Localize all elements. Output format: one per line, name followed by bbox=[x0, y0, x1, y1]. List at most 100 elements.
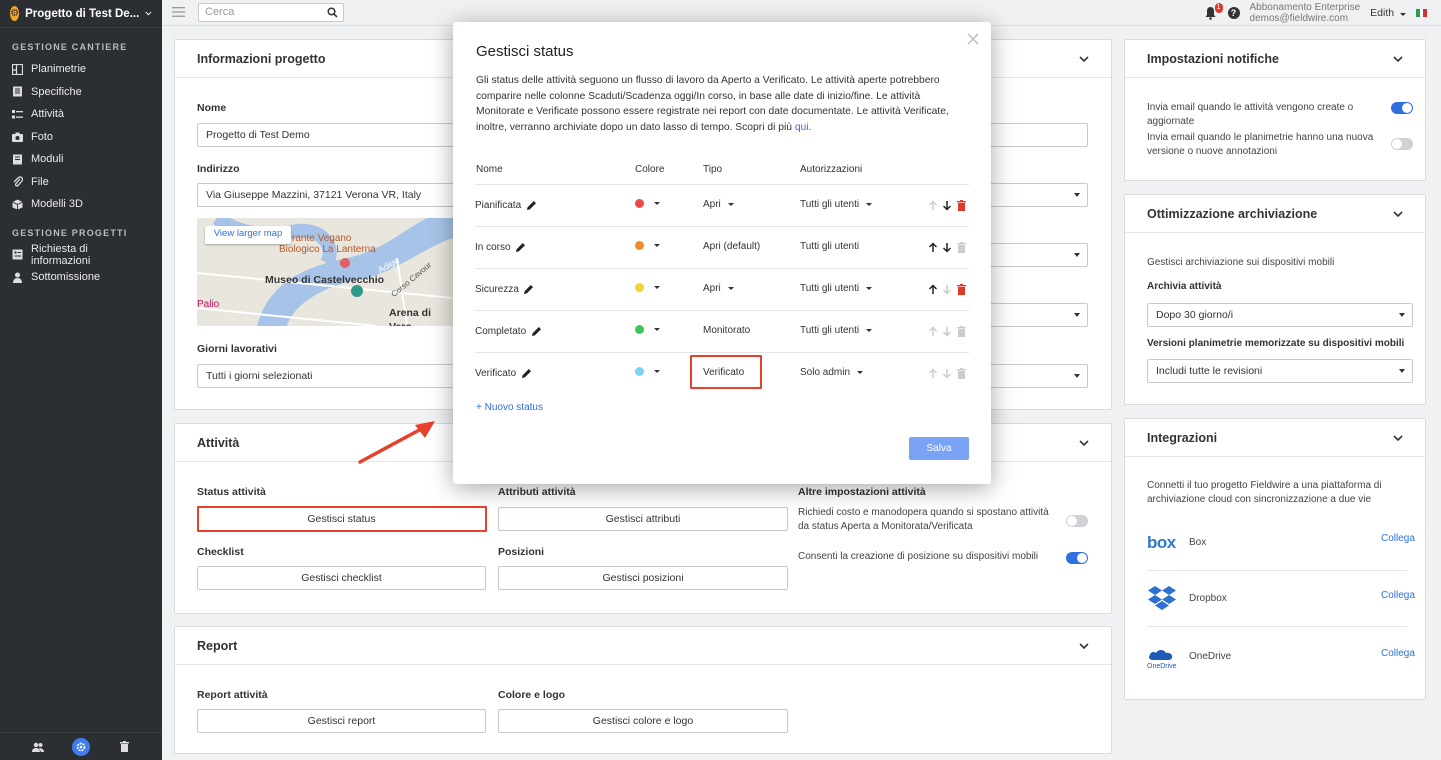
manage-attributes-button[interactable]: Gestisci attributi bbox=[498, 507, 788, 531]
versions-select[interactable]: Includi tutte le revisioni bbox=[1147, 359, 1413, 383]
arrow-up-icon bbox=[927, 367, 939, 379]
sidebar-item-moduli[interactable]: Moduli bbox=[0, 148, 162, 171]
report-header[interactable]: Report bbox=[175, 627, 1111, 665]
hamburger-menu-icon[interactable] bbox=[172, 7, 185, 17]
sidebar-item-label: Moduli bbox=[31, 153, 64, 166]
caret-down-icon bbox=[654, 328, 660, 331]
chevron-down-icon[interactable] bbox=[1393, 210, 1403, 217]
manage-report-button[interactable]: Gestisci report bbox=[197, 709, 486, 733]
status-permissions[interactable]: Tutti gli utenti bbox=[800, 325, 873, 336]
status-type[interactable]: Apri bbox=[703, 199, 734, 210]
status-color-picker[interactable] bbox=[635, 199, 660, 208]
camera-icon bbox=[12, 131, 23, 142]
integrations-header[interactable]: Integrazioni bbox=[1125, 419, 1425, 457]
search-icon[interactable] bbox=[327, 7, 338, 18]
project-switcher[interactable]: ⚙ Progetto di Test De... bbox=[0, 0, 162, 28]
notification-badge: 1 bbox=[1214, 3, 1223, 13]
sidebar-item-file[interactable]: File bbox=[0, 171, 162, 194]
arrow-up-icon[interactable] bbox=[927, 283, 939, 295]
require-cost-toggle[interactable] bbox=[1066, 515, 1088, 527]
mobile-positions-toggle[interactable] bbox=[1066, 552, 1088, 564]
arrow-down-icon[interactable] bbox=[941, 199, 953, 211]
status-permissions[interactable]: Tutti gli utenti bbox=[800, 283, 873, 294]
help-icon[interactable]: ? bbox=[1227, 7, 1240, 19]
color-swatch bbox=[635, 241, 644, 250]
person-icon bbox=[12, 272, 23, 283]
connect-onedrive-link[interactable]: Collega bbox=[1381, 648, 1415, 659]
workdays-label: Giorni lavorativi bbox=[197, 343, 277, 355]
pencil-edit-icon[interactable] bbox=[523, 283, 535, 295]
pencil-edit-icon[interactable] bbox=[515, 241, 527, 253]
manage-color-logo-button[interactable]: Gestisci colore e logo bbox=[498, 709, 788, 733]
sidebar-item-label: Attività bbox=[31, 108, 65, 121]
col-color: Colore bbox=[635, 164, 665, 175]
search-input[interactable]: Cerca bbox=[198, 3, 344, 22]
pencil-edit-icon[interactable] bbox=[520, 367, 532, 379]
notifications-header[interactable]: Impostazioni notifiche bbox=[1125, 40, 1425, 78]
sidebar-item-modelli-3d[interactable]: Modelli 3D bbox=[0, 193, 162, 216]
chevron-down-icon[interactable] bbox=[1079, 439, 1089, 446]
italian-flag-icon[interactable] bbox=[1416, 9, 1428, 17]
sidebar-item-richiesta-di-informazioni[interactable]: Richiesta di informazioni bbox=[0, 243, 162, 267]
connect-dropbox-link[interactable]: Collega bbox=[1381, 590, 1415, 601]
chevron-down-icon[interactable] bbox=[1393, 55, 1403, 62]
workdays-value: Tutti i giorni selezionati bbox=[206, 370, 313, 382]
status-color-picker[interactable] bbox=[635, 241, 660, 250]
caret-down-icon bbox=[1074, 253, 1080, 257]
modal-description: Gli status delle attività seguono un flu… bbox=[476, 75, 949, 133]
status-type[interactable]: Apri bbox=[703, 283, 734, 294]
status-permissions-value: Tutti gli utenti bbox=[800, 325, 860, 336]
positions-label: Posizioni bbox=[498, 546, 545, 558]
people-icon[interactable] bbox=[29, 738, 47, 756]
sidebar-item-planimetrie[interactable]: Planimetrie bbox=[0, 58, 162, 81]
type-verificato-highlight bbox=[690, 355, 762, 389]
user-menu[interactable]: Edith bbox=[1370, 7, 1406, 19]
status-permissions[interactable]: Tutti gli utenti bbox=[800, 199, 873, 210]
notifications-bell-icon[interactable]: 1 bbox=[1204, 3, 1223, 20]
save-button[interactable]: Salva bbox=[909, 437, 969, 460]
onedrive-logo-icon bbox=[1149, 650, 1173, 660]
pencil-edit-icon[interactable] bbox=[525, 199, 537, 211]
trash-icon[interactable] bbox=[115, 738, 133, 756]
storage-header[interactable]: Ottimizzazione archiviazione bbox=[1125, 195, 1425, 233]
view-larger-map-button[interactable]: View larger map bbox=[205, 226, 291, 244]
manage-positions-button[interactable]: Gestisci posizioni bbox=[498, 566, 788, 590]
caret-down-icon bbox=[654, 202, 660, 205]
learn-more-link[interactable]: qui bbox=[795, 122, 809, 133]
onedrive-logo-text: OneDrive bbox=[1147, 663, 1177, 670]
hidden-select-b[interactable] bbox=[975, 303, 1088, 327]
map-label: Palio bbox=[197, 299, 220, 310]
delete-trash-icon[interactable] bbox=[955, 199, 967, 211]
sidebar-item-foto[interactable]: Foto bbox=[0, 126, 162, 149]
chevron-down-icon[interactable] bbox=[1393, 434, 1403, 441]
hidden-select-a[interactable] bbox=[975, 243, 1088, 267]
status-color-picker[interactable] bbox=[635, 367, 660, 376]
status-row: Sicurezza Apri Tutti gli utenti bbox=[475, 268, 969, 310]
pencil-edit-icon[interactable] bbox=[530, 325, 542, 337]
delete-trash-icon[interactable] bbox=[955, 283, 967, 295]
close-icon[interactable] bbox=[967, 33, 979, 45]
email-tasks-toggle[interactable] bbox=[1391, 102, 1413, 114]
settings-gear-icon[interactable] bbox=[71, 737, 90, 756]
email-plans-toggle[interactable] bbox=[1391, 138, 1413, 150]
sidebar-item-attivit[interactable]: Attività bbox=[0, 103, 162, 126]
arrow-up-icon[interactable] bbox=[927, 241, 939, 253]
location-map[interactable]: View larger map rante Vegano Biologico L… bbox=[197, 218, 453, 326]
sidebar-item-specifiche[interactable]: Specifiche bbox=[0, 81, 162, 104]
chevron-down-icon[interactable] bbox=[1079, 55, 1089, 62]
archive-select[interactable]: Dopo 30 giorno/i bbox=[1147, 303, 1413, 327]
chevron-down-icon[interactable] bbox=[1079, 642, 1089, 649]
caret-down-icon bbox=[654, 244, 660, 247]
manage-checklist-button[interactable]: Gestisci checklist bbox=[197, 566, 486, 590]
color-swatch bbox=[635, 367, 644, 376]
tasks-icon bbox=[12, 109, 23, 120]
status-permissions[interactable]: Solo admin bbox=[800, 367, 864, 378]
status-name: Sicurezza bbox=[475, 283, 519, 295]
connect-box-link[interactable]: Collega bbox=[1381, 533, 1415, 544]
status-color-picker[interactable] bbox=[635, 325, 660, 334]
annotation-arrow bbox=[358, 421, 435, 464]
status-color-picker[interactable] bbox=[635, 283, 660, 292]
arrow-down-icon[interactable] bbox=[941, 241, 953, 253]
new-status-link[interactable]: + Nuovo status bbox=[476, 402, 543, 413]
sidebar-item-sottomissione[interactable]: Sottomissione bbox=[0, 266, 162, 289]
